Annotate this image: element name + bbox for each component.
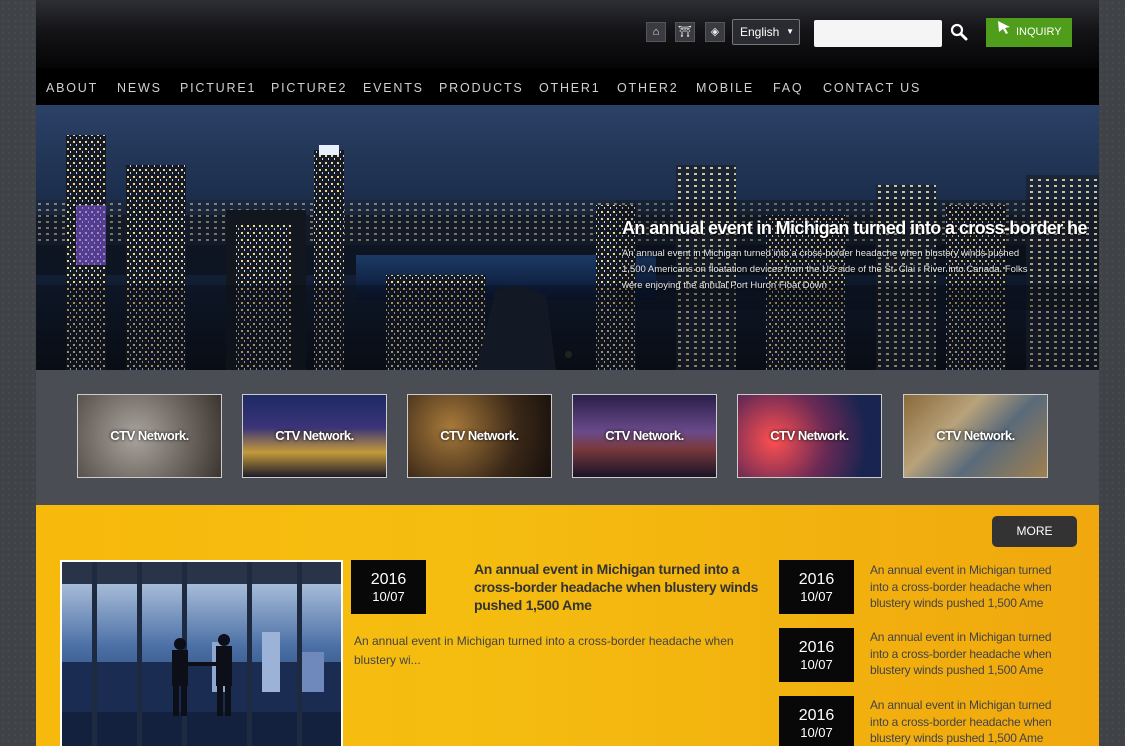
thumbnail-1[interactable]: CTV Network. [77,394,222,478]
banner-title: An annual event in Michigan turned into … [622,218,1087,238]
nav-picture2[interactable]: PICTURE2 [271,81,347,95]
sitemap-icon[interactable]: ⛩ [675,22,695,42]
language-value: English [740,25,780,39]
thumbnail-strip: CTV Network. CTV Network. CTV Network. C… [36,370,1099,505]
thumbnail-caption: CTV Network. [440,428,519,443]
inquiry-label: INQUIRY [1016,26,1062,39]
inquiry-button[interactable]: INQUIRY [986,18,1072,47]
slider-dots [562,345,575,363]
home-icon[interactable]: ⌂ [646,22,666,42]
date-year: 2016 [798,639,835,656]
search-input[interactable] [814,20,942,47]
chevron-down-icon: ▼ [786,27,794,36]
feature-date: 2016 10/07 [351,560,426,614]
search-icon [950,23,968,41]
side-item-date: 2016 10/07 [779,560,854,614]
date-day: 10/07 [372,589,405,604]
thumbnail-caption: CTV Network. [936,428,1015,443]
date-day: 10/07 [800,589,833,604]
date-day: 10/07 [800,657,833,672]
side-item-text[interactable]: An annual event in Michigan turned into … [870,697,1070,746]
nav-faq[interactable]: FAQ [773,81,803,95]
feature-title[interactable]: An annual event in Michigan turned into … [474,560,764,614]
more-button[interactable]: MORE [992,516,1077,547]
nav-mobile[interactable]: MOBILE [696,81,754,95]
thumbnail-2[interactable]: CTV Network. [242,394,387,478]
nav-picture1[interactable]: PICTURE1 [180,81,256,95]
thumbnail-caption: CTV Network. [110,428,189,443]
page: ⌂ ⛩ ◈ English ▼ INQUIRY ABOUT NEWS PICTU… [36,0,1099,746]
thumbnail-6[interactable]: CTV Network. [903,394,1048,478]
side-item-text[interactable]: An annual event in Michigan turned into … [870,629,1070,679]
nav-other1[interactable]: OTHER1 [539,81,601,95]
feature-summary: An annual event in Michigan turned into … [354,634,734,667]
side-item-text[interactable]: An annual event in Michigan turned into … [870,562,1070,612]
main-nav: ABOUT NEWS PICTURE1 PICTURE2 EVENTS PROD… [36,68,1099,105]
date-day: 10/07 [800,725,833,740]
thumbnail-5[interactable]: CTV Network. [737,394,882,478]
cursor-icon [996,18,1016,46]
handshake-office-image [62,562,341,746]
nav-about[interactable]: ABOUT [46,81,98,95]
date-year: 2016 [370,571,407,588]
hero-banner[interactable]: An annual event in Michigan turned into … [36,105,1099,370]
language-select[interactable]: English ▼ [732,19,800,45]
thumbnail-caption: CTV Network. [770,428,849,443]
side-item-date: 2016 10/07 [779,628,854,682]
thumbnail-4[interactable]: CTV Network. [572,394,717,478]
thumbnail-caption: CTV Network. [605,428,684,443]
nav-events[interactable]: EVENTS [363,81,424,95]
side-item-date: 2016 10/07 [779,696,854,746]
nav-contact-us[interactable]: CONTACT US [823,81,921,95]
nav-products[interactable]: PRODUCTS [439,81,524,95]
site-header: ⌂ ⛩ ◈ English ▼ INQUIRY [36,0,1099,68]
date-year: 2016 [798,571,835,588]
search-button[interactable] [946,20,972,46]
date-year: 2016 [798,707,835,724]
nav-news[interactable]: NEWS [117,81,162,95]
thumbnail-caption: CTV Network. [275,428,354,443]
feature-image[interactable] [60,560,343,746]
favorite-icon[interactable]: ◈ [705,22,725,42]
banner-text: An annual event in Michigan turned into … [622,248,1028,291]
slider-dot[interactable] [565,351,572,358]
nav-other2[interactable]: OTHER2 [617,81,679,95]
news-section: MORE 2016 10/07 An annual event in Michi… [36,505,1099,746]
thumbnail-3[interactable]: CTV Network. [407,394,552,478]
